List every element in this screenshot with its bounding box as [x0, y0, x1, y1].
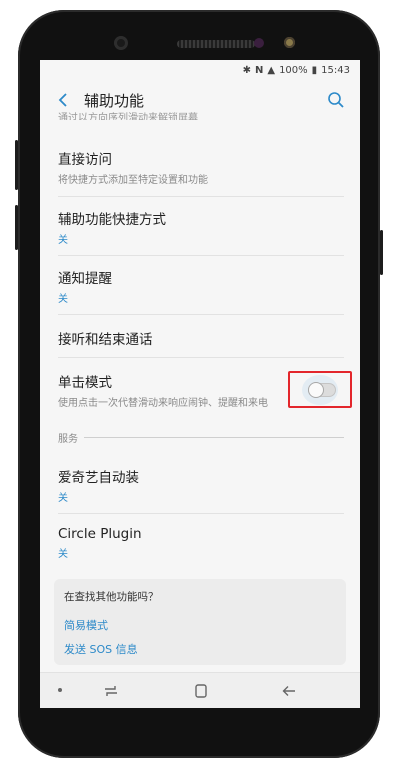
- home-icon[interactable]: [192, 682, 210, 700]
- item-answer-end-calls[interactable]: 接听和结束通话: [40, 328, 360, 348]
- item-subtitle: 将快捷方式添加至特定设置和功能: [58, 175, 208, 186]
- item-notification-reminder[interactable]: 通知提醒 关: [40, 267, 360, 305]
- easy-mode-link[interactable]: 简易模式: [64, 617, 336, 633]
- item-subtitle: 关: [58, 549, 68, 560]
- divider: [58, 196, 344, 197]
- item-title: 爱奇艺自动装: [58, 470, 139, 486]
- suggestion-card: 在查找其他功能吗？ 简易模式 发送 SOS 信息: [54, 579, 346, 665]
- item-subtitle: 关: [58, 493, 68, 504]
- item-accessibility-shortcut[interactable]: 辅助功能快捷方式 关: [40, 208, 360, 246]
- send-sos-link[interactable]: 发送 SOS 信息: [64, 641, 336, 657]
- item-title: 通知提醒: [58, 271, 112, 287]
- item-circle-plugin[interactable]: Circle Plugin 关: [40, 526, 360, 560]
- signal-icon: ▲: [267, 64, 276, 76]
- recent-apps-icon[interactable]: [102, 682, 120, 700]
- card-question: 在查找其他功能吗？: [64, 591, 159, 603]
- item-subtitle: 关: [58, 294, 68, 305]
- item-subtitle: 关: [58, 235, 68, 246]
- battery-icon: ▮: [311, 64, 318, 76]
- cut-off-subtitle: 通过以方向序列滑动来解锁屏幕: [58, 113, 198, 120]
- bluetooth-icon: ✱: [242, 64, 251, 76]
- volume-button: [15, 140, 18, 190]
- item-title: 单击模式: [58, 375, 112, 391]
- section-line: [84, 437, 344, 438]
- highlight-box: [288, 371, 352, 408]
- front-camera-icon: [114, 36, 128, 50]
- earpiece-speaker: [177, 40, 255, 48]
- item-title: 接听和结束通话: [58, 332, 153, 348]
- battery-percent: 100%: [279, 64, 308, 76]
- search-icon[interactable]: [324, 88, 348, 112]
- bixby-button: [15, 205, 18, 250]
- divider: [58, 314, 344, 315]
- divider: [58, 255, 344, 256]
- item-title: Circle Plugin: [58, 526, 142, 542]
- divider: [58, 357, 344, 358]
- item-iqiyi-auto-install[interactable]: 爱奇艺自动装 关: [40, 466, 360, 504]
- screen: ✱ N ▲ 100% ▮ 15:43 辅助功能 通过以方向序列滑动来解锁屏幕 直…: [40, 60, 360, 708]
- clock: 15:43: [321, 64, 350, 76]
- nav-back-icon[interactable]: [280, 682, 298, 700]
- divider: [58, 513, 344, 514]
- nfc-icon: N: [254, 64, 264, 76]
- item-subtitle: 使用点击一次代替滑动来响应闹钟、提醒和来电: [58, 398, 268, 409]
- flash-icon: [284, 37, 295, 48]
- item-title: 直接访问: [58, 152, 112, 168]
- status-bar: ✱ N ▲ 100% ▮ 15:43: [40, 60, 360, 80]
- nav-dot-icon[interactable]: [58, 688, 62, 692]
- section-label: 服务: [58, 434, 78, 445]
- item-direct-access[interactable]: 直接访问 将快捷方式添加至特定设置和功能: [40, 148, 360, 186]
- iris-sensor-icon: [254, 38, 264, 48]
- power-button: [380, 230, 383, 275]
- section-header-services: 服务: [58, 430, 344, 445]
- item-title: 辅助功能快捷方式: [58, 212, 166, 228]
- navigation-bar: [40, 672, 360, 708]
